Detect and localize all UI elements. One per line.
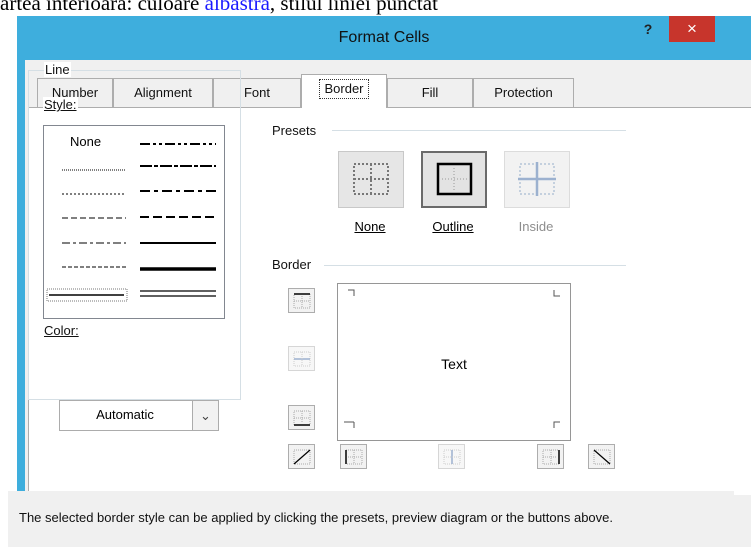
document-text: artea interioară: culoare albastră, stil… [0,0,438,16]
border-bottom-icon [293,410,311,426]
border-left-button[interactable] [340,444,367,469]
border-diagonal-up-icon [293,449,311,465]
border-label: Border [271,257,313,272]
border-inside-vertical-icon [443,449,461,465]
preset-outline-button[interactable] [421,151,487,208]
border-top-icon [293,293,311,309]
line-group-label: Line [44,62,71,77]
help-button[interactable]: ? [637,19,659,39]
chevron-down-icon[interactable]: ⌄ [192,401,218,430]
border-top-button[interactable] [288,288,315,313]
line-style-list[interactable]: None [43,125,225,319]
close-button[interactable]: × [669,16,715,42]
preview-text: Text [441,356,467,372]
border-divider [324,265,626,266]
preset-outline-icon [436,162,473,196]
border-diagonal-down-button[interactable] [588,444,615,469]
document-link[interactable]: albastră [205,0,270,15]
presets-divider [332,130,626,131]
border-right-icon [542,449,560,465]
preset-none-icon [353,163,389,195]
tab-border[interactable]: Border [301,74,387,108]
tab-fill[interactable]: Fill [387,78,473,107]
preset-inside-button[interactable] [504,151,570,208]
tab-border-label: Border [319,79,369,99]
color-value: Automatic [96,407,154,422]
style-label: Style: [43,97,78,112]
preset-none-button[interactable] [338,151,404,208]
color-label: Color: [43,323,80,338]
preset-none-label: None [354,219,386,234]
border-right-button[interactable] [537,444,564,469]
document-text-start: artea interioară: culoare [0,0,205,15]
line-style-samples[interactable] [44,126,224,318]
hint-text: The selected border style can be applied… [19,510,614,525]
border-inside-horizontal-icon [293,351,311,367]
border-diagonal-up-button[interactable] [288,444,315,469]
color-dropdown[interactable]: Automatic ⌄ [59,400,219,431]
tab-protection[interactable]: Protection [473,78,574,107]
border-diagonal-down-icon [593,449,611,465]
border-inside-horizontal-button[interactable] [288,346,315,371]
document-text-end: , stilul liniei punctat [269,0,438,15]
border-left-icon [345,449,363,465]
border-preview[interactable]: Text [337,283,571,441]
preset-inside-label: Inside [518,219,554,234]
preset-inside-icon [518,162,556,196]
presets-label: Presets [271,123,318,138]
border-bottom-button[interactable] [288,405,315,430]
border-inside-vertical-button[interactable] [438,444,465,469]
titlebar[interactable]: Format Cells ? × [17,16,751,60]
preset-outline-label: Outline [432,219,474,234]
